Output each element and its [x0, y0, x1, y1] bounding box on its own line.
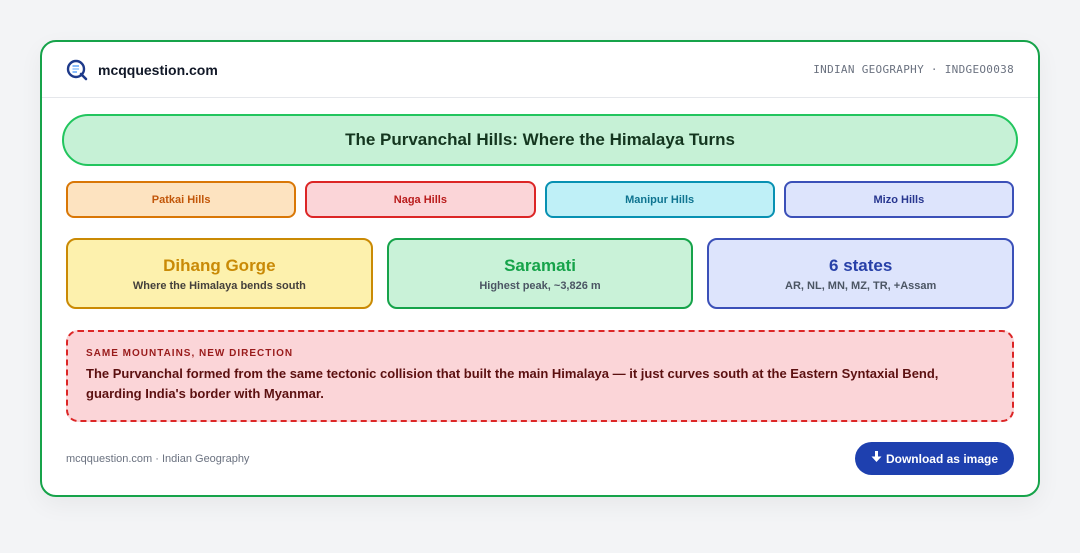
brand-name: mcqquestion.com [98, 61, 218, 78]
download-arrow-icon [871, 451, 882, 466]
infographic-card: mcqquestion.com INDIAN GEOGRAPHY · INDGE… [40, 40, 1040, 497]
fact-value: 6 states [829, 255, 893, 275]
footer-credit: mcqquestion.com · Indian Geography [66, 452, 250, 465]
site-logo-icon [66, 59, 88, 81]
fact-value: Saramati [504, 255, 576, 275]
callout-note: SAME MOUNTAINS, NEW DIRECTION The Purvan… [66, 330, 1014, 422]
fact-caption: AR, NL, MN, MZ, TR, +Assam [785, 279, 937, 292]
fact-card-peak: Saramati Highest peak, ~3,826 m [386, 238, 694, 309]
download-label: Download as image [885, 451, 998, 466]
card-footer: mcqquestion.com · Indian Geography Downl… [66, 442, 1014, 475]
download-button[interactable]: Download as image [854, 442, 1014, 475]
chip-patkai-hills: Patkai Hills [66, 181, 297, 218]
fact-value: Dihang Gorge [163, 255, 276, 275]
chip-naga-hills: Naga Hills [305, 181, 536, 218]
fact-caption: Highest peak, ~3,826 m [479, 279, 601, 292]
fact-card-states: 6 states AR, NL, MN, MZ, TR, +Assam [707, 238, 1015, 309]
card-header: mcqquestion.com INDIAN GEOGRAPHY · INDGE… [42, 42, 1038, 98]
callout-heading: SAME MOUNTAINS, NEW DIRECTION [86, 348, 294, 359]
hill-ranges: Patkai Hills Naga Hills Manipur Hills Mi… [66, 181, 1014, 218]
brand: mcqquestion.com [66, 59, 218, 81]
topic-code: INDIAN GEOGRAPHY · INDGEO0038 [813, 63, 1014, 76]
fact-cards: Dihang Gorge Where the Himalaya bends so… [66, 238, 1015, 309]
title-banner: The Purvanchal Hills: Where the Himalaya… [62, 114, 1018, 166]
callout-body: The Purvanchal formed from the same tect… [86, 366, 939, 401]
page-title: The Purvanchal Hills: Where the Himalaya… [345, 130, 735, 149]
fact-card-gorge: Dihang Gorge Where the Himalaya bends so… [66, 238, 373, 309]
chip-manipur-hills: Manipur Hills [544, 181, 775, 218]
chip-mizo-hills: Mizo Hills [783, 181, 1014, 218]
fact-caption: Where the Himalaya bends south [132, 279, 306, 292]
